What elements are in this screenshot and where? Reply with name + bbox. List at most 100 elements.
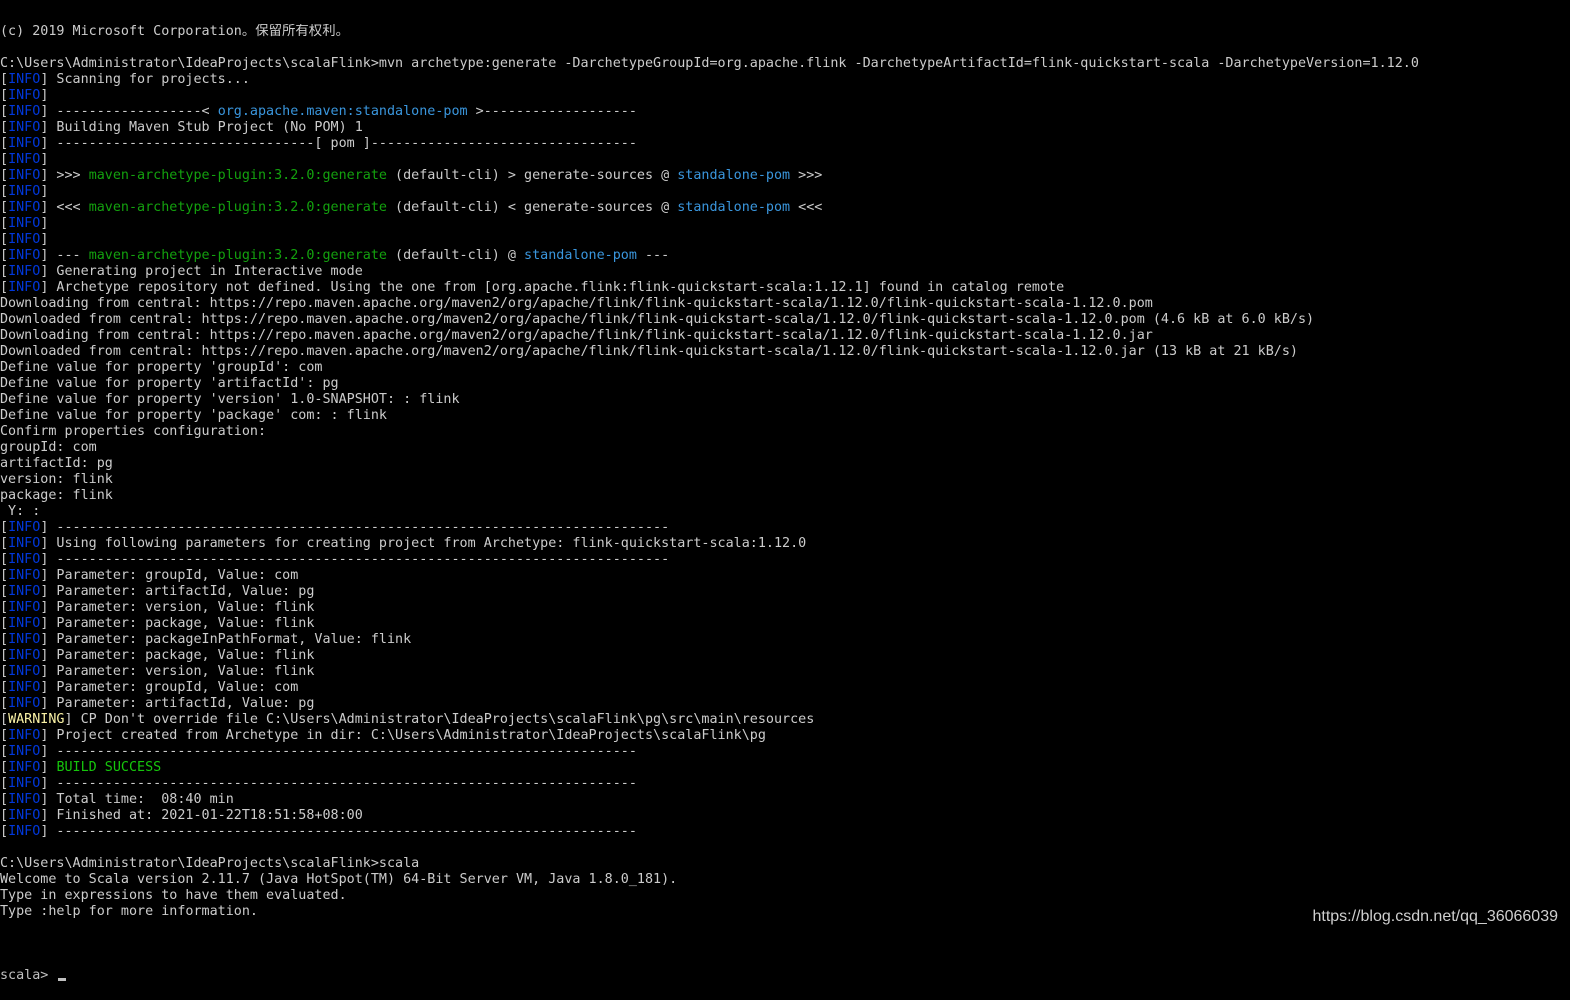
terminal-line: [INFO] BUILD SUCCESS (0, 760, 1570, 776)
terminal-text: ] Total time: 08:40 min (40, 792, 234, 807)
text-cursor (58, 978, 67, 981)
terminal-text: ] Parameter: artifactId, Value: pg (40, 696, 315, 711)
terminal-text: standalone-pom (677, 168, 791, 183)
terminal-line: [INFO] ---------------------------------… (0, 824, 1570, 840)
terminal-text: [ (0, 824, 9, 839)
info-tag: INFO (8, 648, 41, 663)
terminal-line: [INFO] (0, 152, 1570, 168)
info-tag: INFO (8, 280, 41, 295)
terminal-line: [INFO] ---------------------------------… (0, 552, 1570, 568)
terminal-text: ] <<< (40, 200, 89, 215)
terminal-text: ] Parameter: packageInPathFormat, Value:… (40, 632, 412, 647)
terminal-text: ] Parameter: groupId, Value: com (40, 680, 299, 695)
terminal-text: ] (40, 184, 49, 199)
terminal-text: ] --------------------------------------… (40, 520, 670, 535)
terminal-line: [INFO] Parameter: version, Value: flink (0, 664, 1570, 680)
terminal-text: [ (0, 88, 9, 103)
terminal-line: Define value for property 'groupId': com (0, 360, 1570, 376)
terminal-line: [INFO] ---------------------------------… (0, 776, 1570, 792)
terminal-text: ] Parameter: package, Value: flink (40, 616, 315, 631)
terminal-line: [INFO] (0, 216, 1570, 232)
terminal-text: Confirm properties configuration: (0, 424, 267, 439)
terminal-line: Downloading from central: https://repo.m… (0, 296, 1570, 312)
terminal-text: artifactId: pg (0, 456, 113, 471)
info-tag: INFO (8, 264, 41, 279)
terminal-line: Define value for property 'package' com:… (0, 408, 1570, 424)
terminal-text: [ (0, 744, 9, 759)
terminal-text: ] Building Maven Stub Project (No POM) 1 (40, 120, 363, 135)
info-tag: INFO (8, 72, 41, 87)
terminal-text: Type in expressions to have them evaluat… (0, 888, 347, 903)
info-tag: INFO (8, 168, 41, 183)
terminal-text: (default-cli) > generate-sources @ (386, 168, 678, 183)
info-tag: INFO (8, 776, 41, 791)
terminal-text: [ (0, 728, 9, 743)
terminal-line: Downloading from central: https://repo.m… (0, 328, 1570, 344)
terminal-text: [ (0, 216, 9, 231)
info-tag: INFO (8, 824, 41, 839)
terminal-text: ] --------------------------------------… (40, 824, 637, 839)
terminal-text: [ (0, 232, 9, 247)
terminal-text: org.apache.maven:standalone-pom (217, 104, 468, 119)
terminal-text: ] --- (40, 248, 89, 263)
terminal-line: [INFO] (0, 184, 1570, 200)
terminal-text: standalone-pom (677, 200, 791, 215)
info-tag: INFO (8, 600, 41, 615)
terminal-text: [ (0, 152, 9, 167)
terminal-text: ] Parameter: groupId, Value: com (40, 568, 299, 583)
terminal-text: [ (0, 248, 9, 263)
terminal-line: Y: : (0, 504, 1570, 520)
terminal-text: maven-archetype-plugin:3.2.0:generate (88, 248, 387, 263)
terminal-line: Define value for property 'version' 1.0-… (0, 392, 1570, 408)
terminal-text: ] >>> (40, 168, 89, 183)
terminal-line: groupId: com (0, 440, 1570, 456)
terminal-text: (default-cli) < generate-sources @ (386, 200, 678, 215)
terminal-text: Downloaded from central: https://repo.ma… (0, 312, 1315, 327)
terminal-text: C:\Users\Administrator\IdeaProjects\scal… (0, 856, 420, 871)
terminal-line: [INFO] Total time: 08:40 min (0, 792, 1570, 808)
terminal-line: [INFO] ---------------------------------… (0, 520, 1570, 536)
info-tag: INFO (8, 792, 41, 807)
terminal-line: [INFO] Parameter: artifactId, Value: pg (0, 696, 1570, 712)
terminal-text: [ (0, 200, 9, 215)
terminal-text: [ (0, 600, 9, 615)
terminal-text: [ (0, 168, 9, 183)
terminal-text: Downloading from central: https://repo.m… (0, 296, 1153, 311)
terminal-text: ] --------------------------------------… (40, 776, 637, 791)
info-tag: INFO (8, 88, 41, 103)
terminal-line: [INFO] Generating project in Interactive… (0, 264, 1570, 280)
info-tag: INFO (8, 728, 41, 743)
terminal-text: [ (0, 792, 9, 807)
info-tag: INFO (8, 552, 41, 567)
terminal-text: [ (0, 632, 9, 647)
terminal-text: version: flink (0, 472, 113, 487)
terminal-text: [ (0, 280, 9, 295)
scala-prompt-line[interactable]: scala> (0, 968, 1570, 984)
info-tag: INFO (8, 104, 41, 119)
terminal-text: C:\Users\Administrator\IdeaProjects\scal… (0, 56, 1419, 71)
info-tag: INFO (8, 232, 41, 247)
terminal-text: ] Scanning for projects... (40, 72, 250, 87)
terminal-text: package: flink (0, 488, 113, 503)
terminal-text: >------------------- (467, 104, 637, 119)
terminal-text: >>> (790, 168, 823, 183)
info-tag: INFO (8, 216, 41, 231)
terminal-text: Define value for property 'artifactId': … (0, 376, 339, 391)
terminal-line: [INFO] --- maven-archetype-plugin:3.2.0:… (0, 248, 1570, 264)
terminal-text: [ (0, 808, 9, 823)
terminal-text: (default-cli) @ (386, 248, 525, 263)
terminal-text: [ (0, 552, 9, 567)
warning-tag: WARNING (8, 712, 65, 727)
terminal-text: --- (636, 248, 670, 263)
info-tag: INFO (8, 568, 41, 583)
terminal-line: Welcome to Scala version 2.11.7 (Java Ho… (0, 872, 1570, 888)
terminal-text: ] Project created from Archetype in dir:… (40, 728, 766, 743)
terminal-text: maven-archetype-plugin:3.2.0:generate (88, 168, 387, 183)
terminal-text: ] --------------------------------------… (40, 552, 670, 567)
info-tag: INFO (8, 184, 41, 199)
terminal-text: [ (0, 776, 9, 791)
terminal-text: groupId: com (0, 440, 97, 455)
terminal-line: [INFO] Parameter: packageInPathFormat, V… (0, 632, 1570, 648)
terminal-text: ] Parameter: version, Value: flink (40, 664, 315, 679)
